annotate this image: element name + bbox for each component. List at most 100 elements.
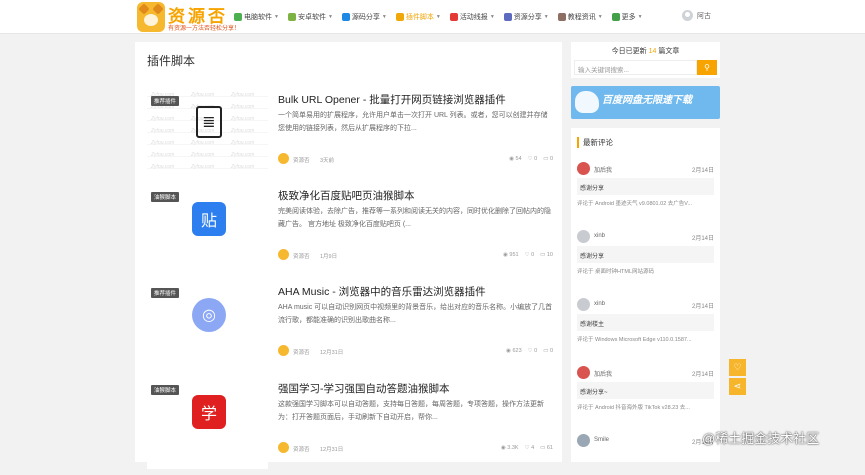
comment-text: 感谢分享~ <box>577 382 714 399</box>
site-logo[interactable]: 资源否 有资源一方法否轻松分享！ <box>137 2 240 32</box>
post-meta: 资源否 12月31日 ◉ 3.3K ♡ 4 ▭ 61 <box>278 442 553 454</box>
chevron-down-icon: ▼ <box>274 14 279 20</box>
author-avatar[interactable] <box>278 442 289 453</box>
nav-label: 更多 <box>621 14 636 21</box>
post-title[interactable]: 极致净化百度贴吧页油猴脚本 <box>278 188 415 203</box>
likes-count[interactable]: ♡ 0 <box>528 348 538 354</box>
search-button[interactable]: ⚲ <box>697 60 717 75</box>
author-avatar[interactable] <box>278 345 289 356</box>
commenter-name[interactable]: xinb <box>594 233 605 239</box>
chevron-down-icon: ▼ <box>597 14 603 20</box>
post-thumbnail[interactable]: 油猴脚本贴 <box>147 186 268 276</box>
post-thumbnail[interactable]: 推荐插件 ◎ <box>147 282 268 372</box>
heart-icon: ♡ <box>733 362 742 372</box>
author-name[interactable]: 资源否 <box>293 348 310 356</box>
favorite-float-button[interactable]: ♡ <box>729 359 746 376</box>
baidu-pan-banner[interactable]: 百度网盘无限速下载 <box>571 86 720 119</box>
views-count: ◉ 951 <box>503 252 519 258</box>
user-name: 阿古 <box>697 12 711 20</box>
nav-item-3[interactable]: 插件脚本 ▼ <box>395 12 441 22</box>
nav-item-5[interactable]: 资源分享 ▼ <box>503 12 549 22</box>
author-avatar[interactable] <box>278 249 289 260</box>
nav-item-7[interactable]: 更多 ▼ <box>611 12 643 22</box>
post-thumbnail[interactable]: 油猴脚本学 <box>147 379 268 469</box>
commenter-name[interactable]: 加后我 <box>594 369 612 378</box>
post-date: 12月31日 <box>320 447 344 453</box>
logo-slogan: 有资源一方法否轻松分享！ <box>168 26 241 32</box>
post-title[interactable]: 强国学习-学习强国自动答题油猴脚本 <box>278 381 450 396</box>
comment-source[interactable]: 评论于 桌面时钟HTML网站源码 <box>577 267 714 275</box>
doc-icon: ≣ <box>196 106 222 138</box>
commenter-name[interactable]: Smile <box>594 437 609 443</box>
category-badge[interactable]: 油猴脚本 <box>151 385 180 395</box>
nav-label: 源码分享 <box>351 14 380 21</box>
nav-label: 活动线报 <box>459 14 488 21</box>
post-item[interactable]: 油猴脚本贴极致净化百度贴吧页油猴脚本 完美阅读体验，去除广告，推荐等一系列和阅读无… <box>135 186 562 282</box>
music-search-icon: ◎ <box>192 298 226 332</box>
post-item[interactable]: 推荐插件 ◎ AHA Music - 浏览器中的音乐雷达浏览器插件 AHA music… <box>135 282 562 378</box>
comment-date: 2月14日 <box>691 304 714 310</box>
avatar[interactable] <box>577 230 590 243</box>
comments-count: ▭ 0 <box>543 348 553 354</box>
comments-count: ▭ 0 <box>543 156 553 162</box>
update-search-widget: 今日已更新 14 篇文章 输入关键词搜索... ⚲ <box>571 42 720 78</box>
author-name[interactable]: 资源否 <box>293 156 310 164</box>
category-badge[interactable]: 推荐插件 <box>151 96 180 106</box>
likes-count[interactable]: ♡ 0 <box>528 156 538 162</box>
nav-icon <box>341 13 350 21</box>
avatar[interactable] <box>577 162 590 175</box>
nav-label: 教程资讯 <box>567 14 596 21</box>
views-count: ◉ 54 <box>509 156 522 162</box>
chevron-down-icon: ▼ <box>489 14 495 20</box>
author-avatar[interactable] <box>278 153 289 164</box>
nav-icon <box>449 13 458 21</box>
share-icon: ⋖ <box>733 381 742 391</box>
commenter-name[interactable]: xinb <box>594 301 605 307</box>
user-menu[interactable]: 阿古 <box>682 10 711 21</box>
post-item[interactable]: 油猴脚本学强国学习-学习强国自动答题油猴脚本 这款强国学习脚本可以自动答题，支持每… <box>135 379 562 475</box>
nav-item-1[interactable]: 安卓软件 ▼ <box>287 12 333 22</box>
nav-icon <box>395 13 404 21</box>
likes-count[interactable]: ♡ 0 <box>525 252 535 258</box>
post-stats: ◉ 951 ♡ 0 ▭ 10 <box>503 252 553 258</box>
avatar[interactable] <box>577 298 590 311</box>
watermark: @稀土掘金技术社区 <box>702 431 820 446</box>
chevron-down-icon: ▼ <box>327 14 333 20</box>
author-name[interactable]: 资源否 <box>293 252 310 260</box>
category-badge[interactable]: 推荐插件 <box>151 288 180 298</box>
comment-source[interactable]: 评论于 Android 抖音海外版 TikTok v28.23 去... <box>577 403 714 411</box>
nav-item-4[interactable]: 活动线报 ▼ <box>449 12 495 22</box>
post-item[interactable]: Zyfou.com Zyfou.com Zyfou.com Zyfou.com Zyfo… <box>135 90 562 186</box>
comment-source[interactable]: 评论于 Windows Microsoft Edge v110.0.1587..… <box>577 335 714 343</box>
author-name[interactable]: 资源否 <box>293 445 310 453</box>
post-thumbnail[interactable]: Zyfou.com Zyfou.com Zyfou.com Zyfou.com Zyfo… <box>147 90 268 180</box>
post-stats: ◉ 3.3K ♡ 4 ▭ 61 <box>501 445 553 451</box>
page-title: 插件脚本 <box>147 54 196 68</box>
avatar[interactable] <box>577 434 590 447</box>
nav-item-2[interactable]: 源码分享 ▼ <box>341 12 387 22</box>
post-date: 3天前 <box>320 158 335 164</box>
tieba-icon: 贴 <box>192 202 226 236</box>
category-badge[interactable]: 油猴脚本 <box>151 192 180 202</box>
nav-item-0[interactable]: 电脑软件 ▼ <box>234 12 279 22</box>
cloud-icon <box>575 91 599 113</box>
post-title[interactable]: AHA Music - 浏览器中的音乐雷达浏览器插件 <box>278 284 486 299</box>
avatar <box>682 10 693 21</box>
comment-date: 2月14日 <box>691 372 714 378</box>
search-input[interactable]: 输入关键词搜索... <box>574 60 697 75</box>
avatar[interactable] <box>577 366 590 379</box>
chevron-down-icon: ▼ <box>637 14 643 20</box>
comment-date: 2月14日 <box>691 236 714 242</box>
share-float-button[interactable]: ⋖ <box>729 378 746 395</box>
nav-label: 电脑软件 <box>244 14 272 21</box>
nav-label: 资源分享 <box>513 14 542 21</box>
post-title[interactable]: Bulk URL Opener - 批量打开网页链接浏览器插件 <box>278 92 506 107</box>
post-stats: ◉ 623 ♡ 0 ▭ 0 <box>506 348 553 354</box>
comment-source[interactable]: 评论于 Android 墨迹天气 v9.0801.02 去广告V... <box>577 199 714 207</box>
latest-comments-widget: 最新评论 加后我 2月14日 感谢分享 评论于 Android 墨迹天气 v9.080… <box>571 128 720 462</box>
chevron-down-icon: ▼ <box>381 14 387 20</box>
likes-count[interactable]: ♡ 4 <box>525 445 535 451</box>
commenter-name[interactable]: 加后我 <box>594 165 612 174</box>
post-date: 12月31日 <box>320 350 344 356</box>
nav-item-6[interactable]: 教程资讯 ▼ <box>557 12 603 22</box>
